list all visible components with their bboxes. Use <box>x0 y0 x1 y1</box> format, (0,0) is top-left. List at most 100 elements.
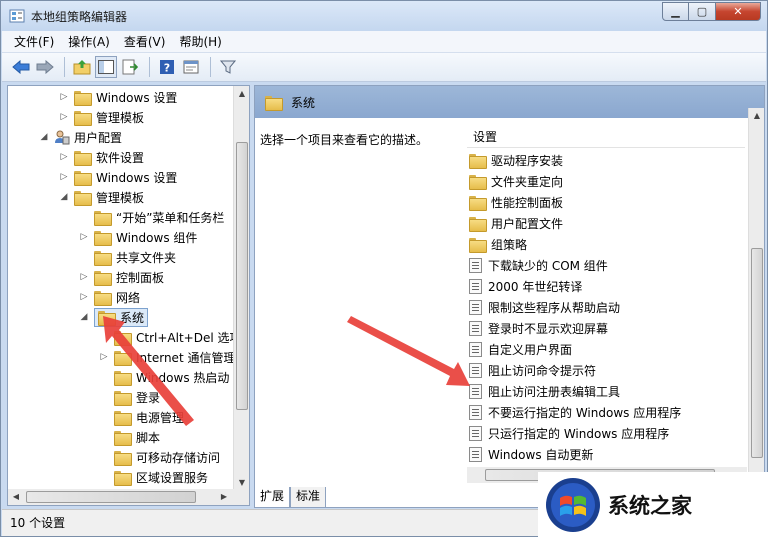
tree-item-label: Windows 设置 <box>96 90 178 105</box>
folder-icon <box>114 430 132 446</box>
menu-bar: 文件(F) 操作(A) 查看(V) 帮助(H) <box>2 31 766 53</box>
menu-file[interactable]: 文件(F) <box>14 33 54 50</box>
tree-vertical-scrollbar[interactable]: ▲ ▼ <box>233 86 249 491</box>
folder-icon <box>94 210 112 226</box>
details-scrollbar-thumb[interactable] <box>751 248 763 458</box>
help-button[interactable]: ? <box>156 56 178 78</box>
tree-item[interactable]: 登录 <box>98 387 160 407</box>
tree-item-label: Windows 组件 <box>116 230 198 245</box>
setting-label: 组策略 <box>491 238 528 252</box>
tree-item[interactable]: 脚本 <box>98 427 160 447</box>
column-header-settings[interactable]: 设置 <box>467 126 745 148</box>
policy-setting-item[interactable]: 2000 年世纪转译 <box>469 276 582 297</box>
tree-item[interactable]: ▷ 管理模板 <box>58 107 144 127</box>
expand-arrow-icon[interactable]: ▷ <box>58 92 70 102</box>
tree-item[interactable]: ▷ Windows 设置 <box>58 87 177 107</box>
settings-folder-item[interactable]: 用户配置文件 <box>469 213 563 234</box>
tree-item[interactable]: ▷ Windows 设置 <box>58 167 177 187</box>
tree-item-content: 软件设置 <box>74 149 144 166</box>
setting-label: 登录时不显示欢迎屏幕 <box>488 322 609 336</box>
details-vertical-scrollbar[interactable]: ▲ ▼ <box>748 108 764 507</box>
policy-setting-item[interactable]: 限制这些程序从帮助启动 <box>469 297 620 318</box>
tree-hscroll-thumb[interactable] <box>26 491 196 503</box>
back-button[interactable] <box>10 56 32 78</box>
maximize-button[interactable]: ▢ <box>689 2 716 21</box>
gpedit-app-icon <box>9 9 25 23</box>
expand-arrow-icon[interactable]: ▷ <box>98 352 110 362</box>
back-arrow-icon <box>12 60 30 74</box>
properties-button[interactable] <box>180 56 202 78</box>
tree-item-label: Internet 通信管理 <box>136 350 236 365</box>
toolbar-separator <box>149 57 150 77</box>
policy-setting-item[interactable]: 自定义用户界面 <box>469 339 572 360</box>
setting-label: 2000 年世纪转译 <box>488 280 583 294</box>
settings-folder-item[interactable]: 驱动程序安装 <box>469 150 563 171</box>
setting-label: Windows 自动更新 <box>488 448 594 462</box>
tree-item[interactable]: ◢ 管理模板 <box>58 187 144 207</box>
tree-item-content: 共享文件夹 <box>94 249 176 266</box>
policy-setting-icon <box>469 405 482 420</box>
tree-item[interactable]: ▷ 软件设置 <box>58 147 144 167</box>
tab-standard[interactable]: 标准 <box>290 487 327 508</box>
scroll-up-arrow-icon[interactable]: ▲ <box>234 86 249 102</box>
policy-setting-item[interactable]: 下载缺少的 COM 组件 <box>469 255 608 276</box>
tree-item[interactable]: 共享文件夹 <box>78 247 176 267</box>
tab-extended[interactable]: 扩展 <box>254 487 291 508</box>
tree-item[interactable]: ▷ 控制面板 <box>78 267 164 287</box>
tree-horizontal-scrollbar[interactable]: ◀ ▶ <box>8 489 249 505</box>
policy-setting-item[interactable]: 登录时不显示欢迎屏幕 <box>469 318 608 339</box>
menu-action[interactable]: 操作(A) <box>68 33 110 50</box>
show-hide-tree-button[interactable] <box>95 56 117 78</box>
tree-item[interactable]: “开始”菜单和任务栏 <box>78 207 224 227</box>
tree-item[interactable]: 区域设置服务 <box>98 467 208 487</box>
collapse-arrow-icon[interactable]: ◢ <box>78 312 90 322</box>
tree-item-content: 管理模板 <box>74 189 144 206</box>
policy-setting-item[interactable]: Windows 自动更新 <box>469 444 593 465</box>
details-pane[interactable]: 系统 选择一个项目来查看它的描述。 设置 驱动程序安装 文件夹重定向 性能控制面板用… <box>254 85 765 508</box>
scroll-up-arrow-icon[interactable]: ▲ <box>749 108 764 124</box>
policy-setting-item[interactable]: 阻止访问注册表编辑工具 <box>469 381 620 402</box>
tree-item[interactable]: ◢ 用户配置 <box>38 127 122 147</box>
forward-button[interactable] <box>34 56 56 78</box>
settings-folder-item[interactable]: 文件夹重定向 <box>469 171 563 192</box>
tree-scrollbar-thumb[interactable] <box>236 142 248 410</box>
expand-arrow-icon[interactable]: ▷ <box>78 292 90 302</box>
tree-item-label: 管理模板 <box>96 110 145 125</box>
tree-item-content: Windows 热启动 <box>114 369 229 386</box>
scroll-right-arrow-icon[interactable]: ▶ <box>216 489 232 505</box>
properties-icon <box>183 60 199 74</box>
policy-setting-item[interactable]: 不要运行指定的 Windows 应用程序 <box>469 402 681 423</box>
folder-icon <box>74 150 92 166</box>
menu-help[interactable]: 帮助(H) <box>179 33 221 50</box>
expand-arrow-icon[interactable]: ▷ <box>58 112 70 122</box>
export-list-button[interactable] <box>119 56 141 78</box>
up-level-button[interactable] <box>71 56 93 78</box>
tree-item[interactable]: Windows 热启动 <box>98 367 229 387</box>
close-button[interactable]: ✕ <box>716 2 761 21</box>
description-text: 选择一个项目来查看它的描述。 <box>260 133 429 147</box>
collapse-arrow-icon[interactable]: ◢ <box>58 192 70 202</box>
menu-view[interactable]: 查看(V) <box>124 33 166 50</box>
tree-item[interactable]: 可移动存储访问 <box>98 447 220 467</box>
scroll-left-arrow-icon[interactable]: ◀ <box>8 489 24 505</box>
settings-folder-item[interactable]: 组策略 <box>469 234 527 255</box>
expand-arrow-icon[interactable]: ▷ <box>78 272 90 282</box>
tree-item[interactable]: ▷ Internet 通信管理 <box>98 347 235 367</box>
filter-button[interactable] <box>217 56 239 78</box>
expand-arrow-icon[interactable]: ▷ <box>58 172 70 182</box>
console-tree-pane[interactable]: ▷ Windows 设置 ▷ 管理模板 ◢ 用户配置 ▷ 软件设置 ▷ Windows 设置 ◢ 管理… <box>7 85 250 506</box>
tree-item-selected[interactable]: ◢ 系统 <box>78 307 149 327</box>
expand-arrow-icon[interactable]: ▷ <box>58 152 70 162</box>
folder-icon <box>114 390 132 406</box>
settings-folder-item[interactable]: 性能控制面板 <box>469 192 563 213</box>
tree-item[interactable]: 电源管理 <box>98 407 184 427</box>
policy-setting-item[interactable]: 只运行指定的 Windows 应用程序 <box>469 423 669 444</box>
minimize-button[interactable]: ▁ <box>662 2 689 21</box>
policy-setting-item[interactable]: 阻止访问命令提示符 <box>469 360 596 381</box>
tree-item[interactable]: ▷ Windows 组件 <box>78 227 197 247</box>
tree-item[interactable]: Ctrl+Alt+Del 选项 <box>98 327 241 347</box>
tree-item[interactable]: ▷ 网络 <box>78 287 140 307</box>
expand-arrow-icon[interactable]: ▷ <box>78 232 90 242</box>
title-bar[interactable]: 本地组策略编辑器 ▁ ▢ ✕ <box>1 1 767 31</box>
collapse-arrow-icon[interactable]: ◢ <box>38 132 50 142</box>
